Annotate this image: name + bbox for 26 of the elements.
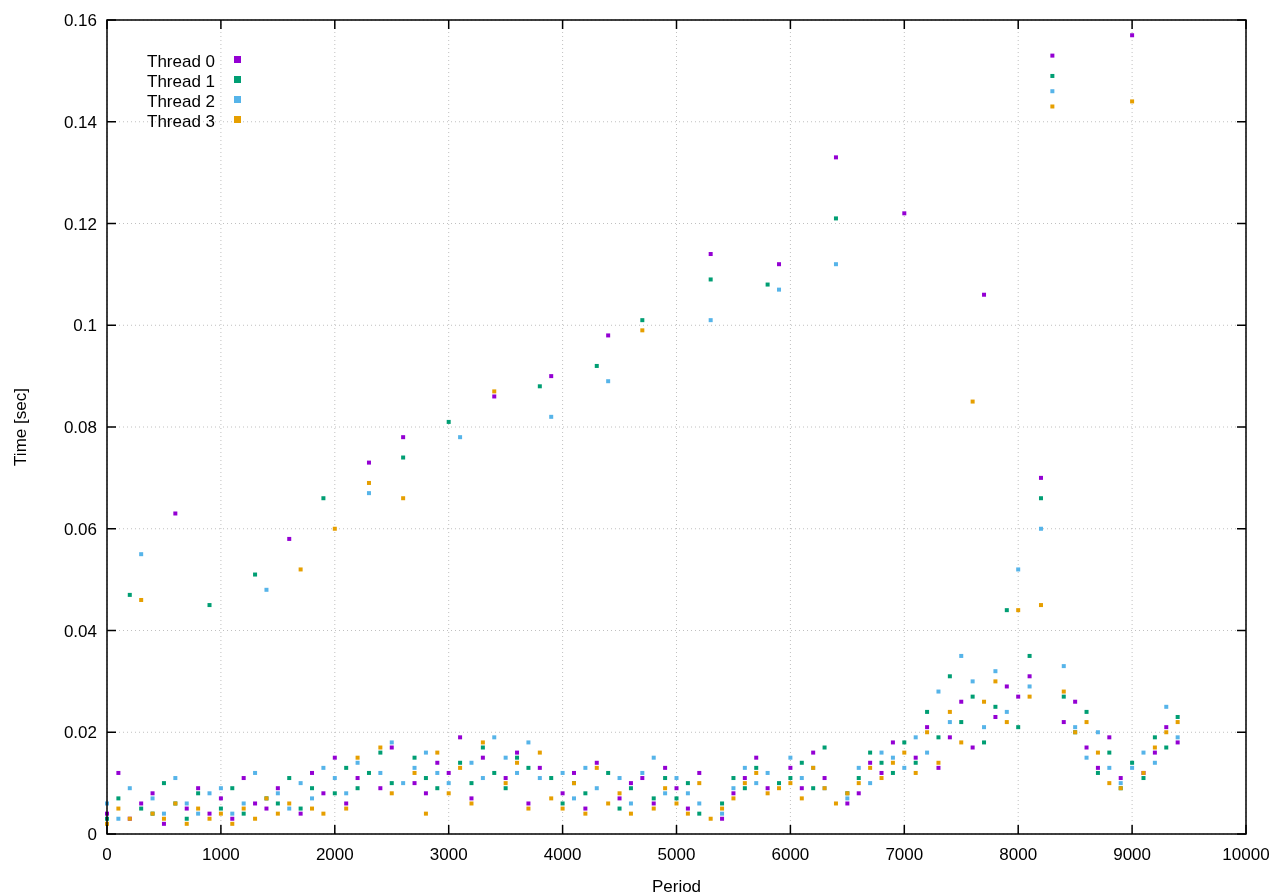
x-tick-label: 2000 [315,845,354,864]
x-tick-label: 1000 [202,845,240,864]
legend-label: Thread 3 [147,112,216,131]
y-tick-label: 0 [87,825,97,844]
x-tick-label: 7000 [885,845,924,864]
y-tick-label: 0.06 [63,519,97,539]
legend-label: Thread 2 [147,92,216,111]
x-tick-label: 3000 [429,845,468,864]
x-axis-label: Period [651,877,702,896]
legend-label: Thread 1 [147,72,216,91]
x-tick-label: 10000 [1222,845,1270,864]
y-tick-label: 0.08 [63,418,97,437]
y-tick-label: 0.14 [63,112,97,132]
legend-label: Thread 0 [147,52,216,71]
y-tick-label: 0.16 [63,11,97,30]
x-tick-label: 9000 [1113,845,1151,864]
y-tick-label: 0.1 [73,316,97,336]
y-tick-label: 0.04 [63,621,97,641]
y-tick-label: 0.02 [63,723,97,743]
y-axis-label: Time [sec] [11,388,30,466]
x-tick-label: 4000 [543,845,582,864]
x-tick-label: 8000 [999,845,1038,864]
x-tick-label: 6000 [771,845,810,864]
x-tick-label: 5000 [657,845,696,864]
y-tick-label: 0.12 [63,214,97,234]
x-tick-label: 0 [102,845,112,864]
